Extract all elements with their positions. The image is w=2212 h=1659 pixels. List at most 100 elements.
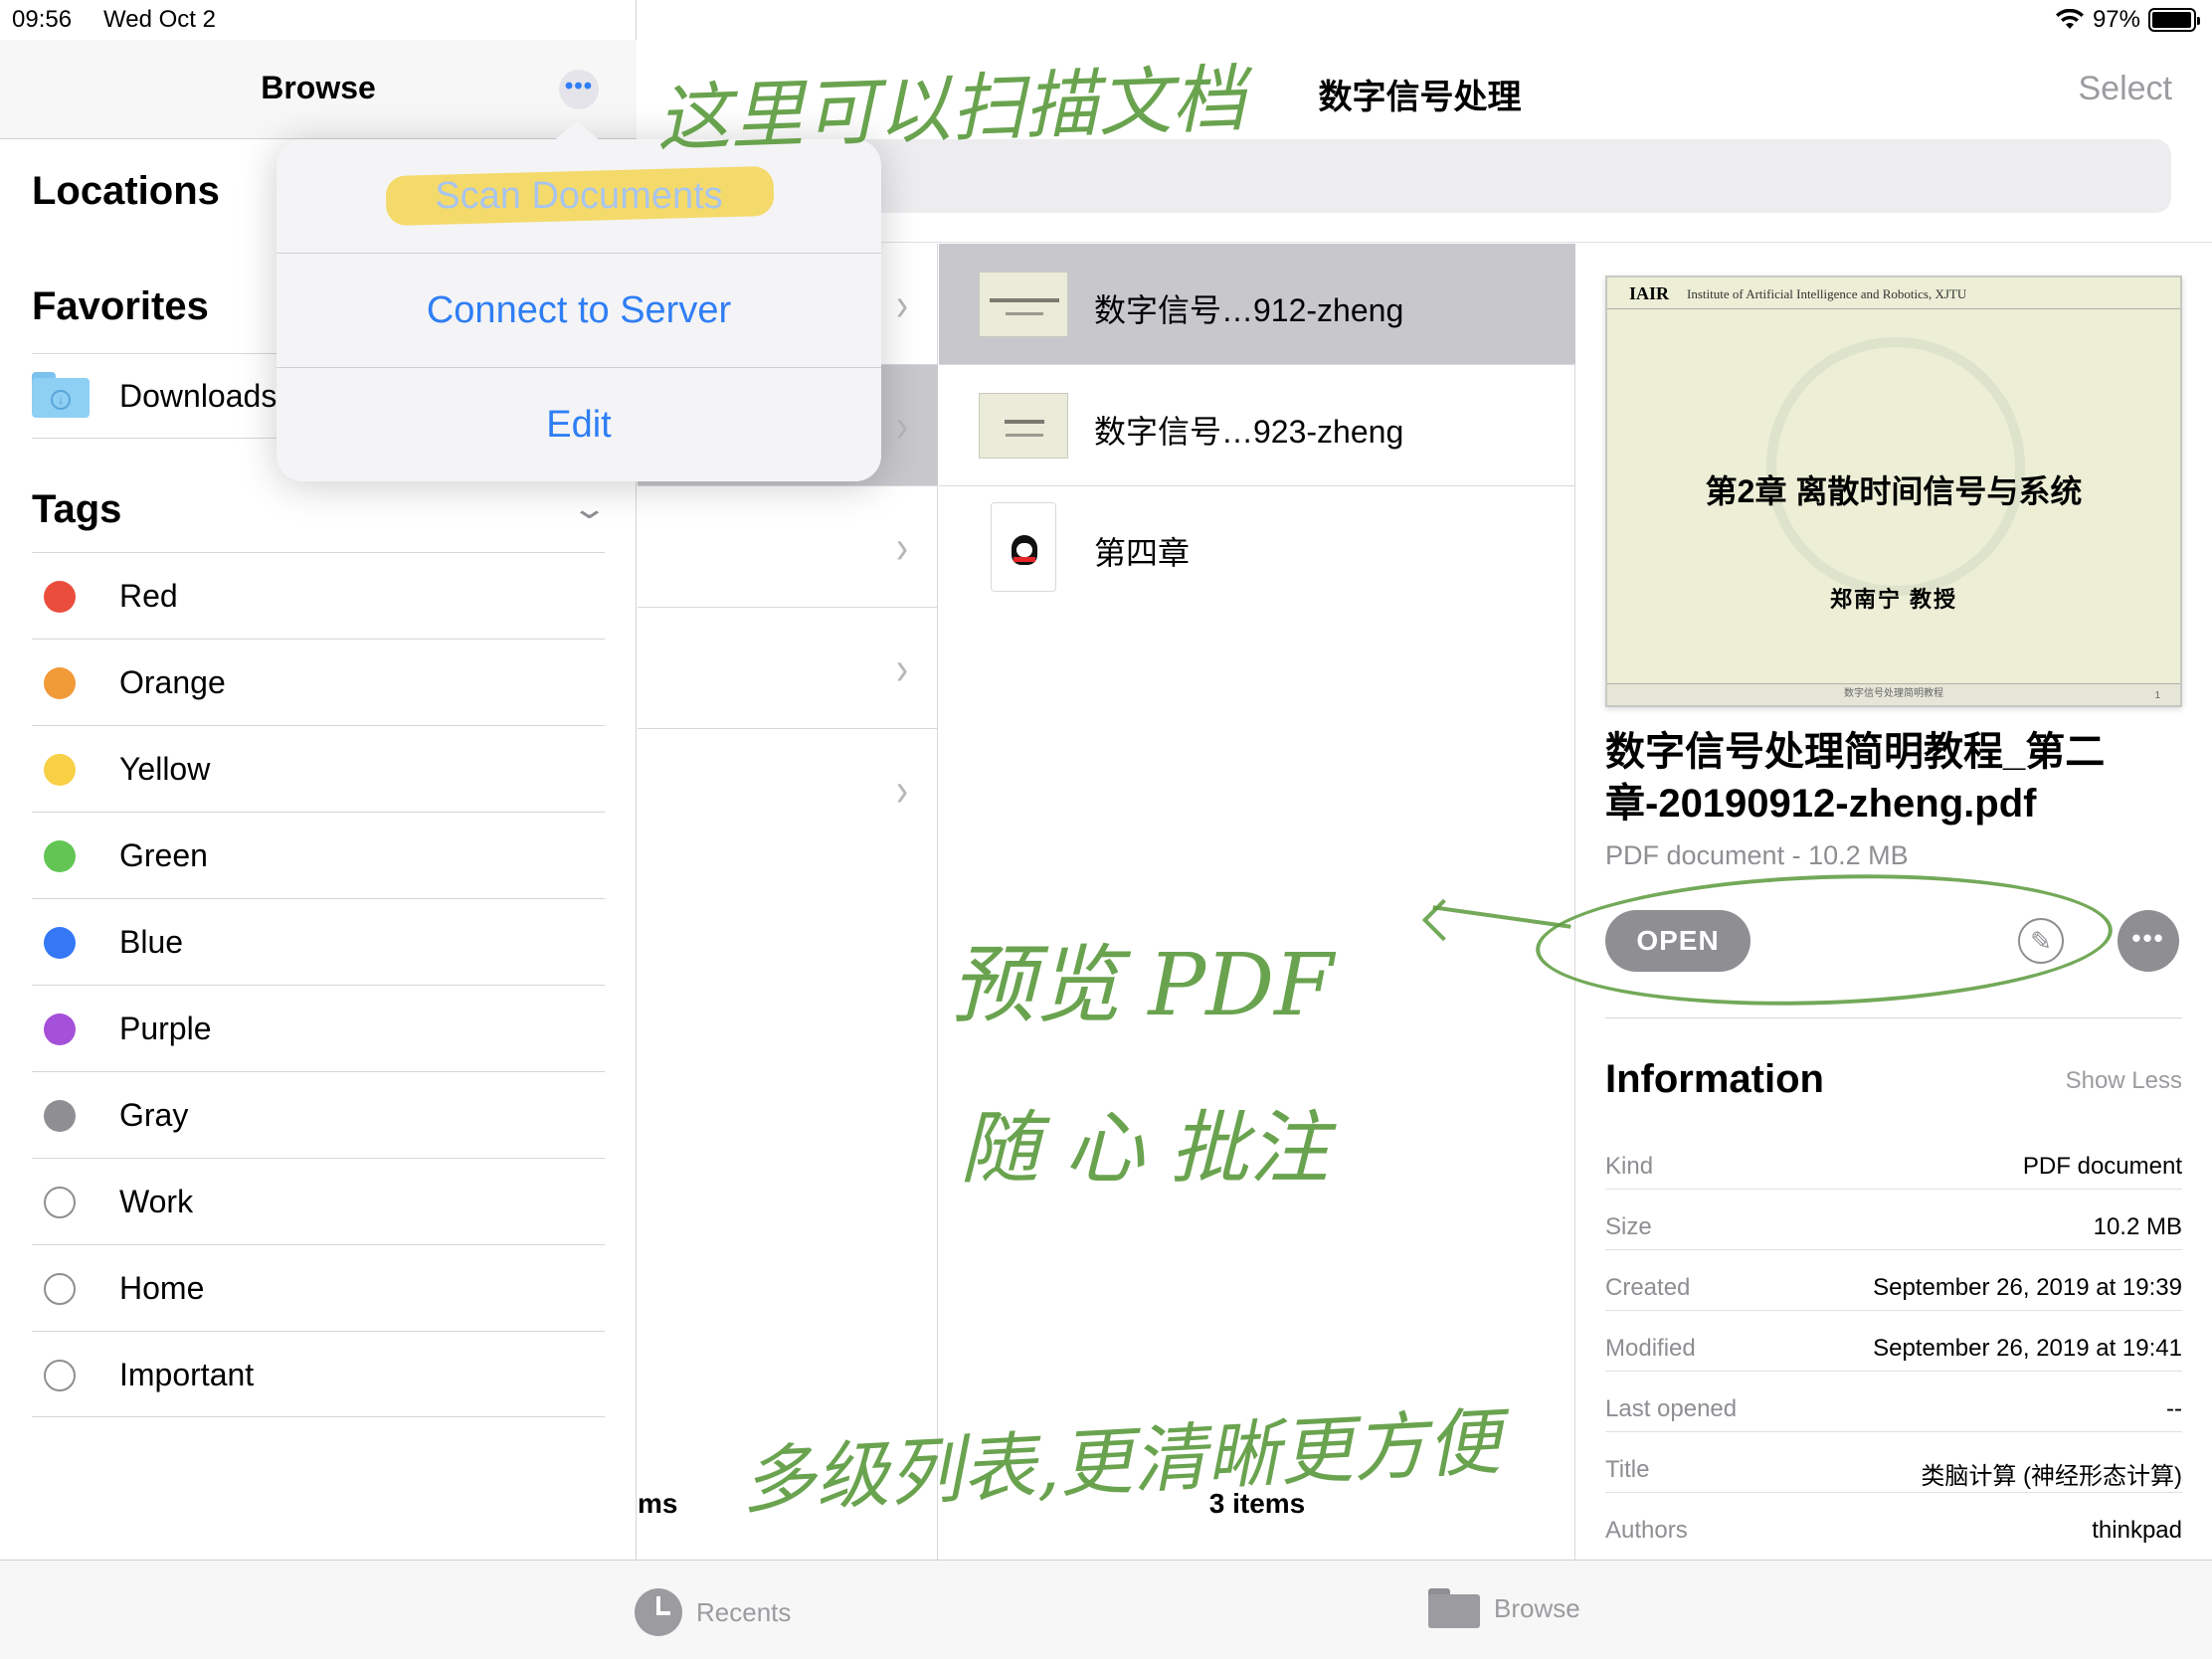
info-value: September 26, 2019 at 19:39 (1873, 1274, 2182, 1301)
tag-important[interactable]: Important (32, 1331, 605, 1417)
info-value: PDF document (2022, 1153, 2182, 1180)
tag-label: Gray (119, 1097, 189, 1133)
info-row-authors: Authors thinkpad (1605, 1493, 2182, 1554)
info-list: Kind PDF document Size 10.2 MB Created Sept… (1605, 1129, 2182, 1554)
favorites-heading[interactable]: Favorites (32, 284, 209, 329)
clock-icon (635, 1588, 682, 1636)
sidebar-title: Browse (261, 70, 376, 105)
info-key: Size (1605, 1213, 1652, 1240)
file-row-selected[interactable]: 数字信号…912-zheng (939, 244, 1575, 365)
tag-gray[interactable]: Gray (32, 1071, 605, 1158)
list-item[interactable]: › (638, 608, 938, 729)
tag-home[interactable]: Home (32, 1244, 605, 1331)
color-dot-icon (44, 667, 76, 699)
tag-list: Red Orange Yellow Green Blue Purple Gray… (32, 552, 605, 1417)
popover-arrow (553, 121, 601, 141)
chevron-right-icon: › (896, 519, 908, 573)
sidebar-header: Browse ••• (0, 40, 637, 139)
pdf-preview[interactable]: IAIR Institute of Artificial Intelligenc… (1605, 276, 2182, 707)
browse-options-popover: Scan Documents Connect to Server Edit (276, 139, 881, 481)
info-value: 10.2 MB (2093, 1213, 2182, 1240)
tag-work[interactable]: Work (32, 1158, 605, 1244)
divider (1605, 1017, 2182, 1018)
info-row-title: Title 类脑计算 (神经形态计算) (1605, 1432, 2182, 1493)
preview-footer: 数字信号处理简明教程 (1607, 683, 2180, 705)
chevron-right-icon: › (896, 641, 908, 694)
color-dot-icon (44, 927, 76, 959)
chevron-right-icon: › (896, 276, 908, 330)
preview-logo: IAIR (1629, 283, 1670, 303)
empty-circle-icon (44, 1187, 76, 1218)
info-row-created: Created September 26, 2019 at 19:39 (1605, 1250, 2182, 1311)
info-key: Kind (1605, 1153, 1654, 1180)
color-dot-icon (44, 754, 76, 786)
color-dot-icon (44, 1100, 76, 1132)
tag-label: Green (119, 837, 208, 873)
tag-orange[interactable]: Orange (32, 639, 605, 725)
tags-heading[interactable]: Tags (32, 487, 121, 532)
file-name: 第四章 (1094, 535, 1191, 571)
file-title: 数字信号处理简明教程_第二章-20190912-zheng.pdf (1605, 730, 2106, 826)
select-button[interactable]: Select (2079, 70, 2173, 108)
list-item[interactable]: › (638, 486, 938, 608)
info-value: September 26, 2019 at 19:41 (1873, 1335, 2182, 1362)
info-key: Created (1605, 1274, 1691, 1301)
pdf-thumbnail-icon (979, 272, 1068, 337)
show-less-button[interactable]: Show Less (2066, 1067, 2182, 1095)
chevron-right-icon: › (896, 398, 908, 452)
preview-institute: Institute of Artificial Intelligence and… (1687, 286, 1967, 301)
tag-label: Orange (119, 664, 226, 700)
file-row[interactable]: 第四章 (939, 486, 1575, 608)
tag-green[interactable]: Green (32, 812, 605, 898)
tag-yellow[interactable]: Yellow (32, 725, 605, 812)
locations-heading[interactable]: Locations (32, 169, 220, 214)
tab-label: Recents (696, 1596, 792, 1627)
info-value: -- (2166, 1395, 2182, 1422)
file-name: 数字信号…923-zheng (1094, 414, 1404, 450)
info-value: thinkpad (2092, 1517, 2182, 1544)
tag-label: Important (119, 1357, 255, 1392)
status-bar: 09:56 Wed Oct 2 97% (0, 0, 2212, 40)
connect-to-server-button[interactable]: Connect to Server (276, 254, 881, 367)
info-row-last-opened: Last opened -- (1605, 1372, 2182, 1432)
color-dot-icon (44, 581, 76, 613)
info-key: Modified (1605, 1335, 1696, 1362)
tag-label: Home (119, 1270, 205, 1306)
list-item[interactable]: › (638, 729, 938, 850)
chevron-down-icon[interactable]: ⌄ (571, 491, 609, 526)
tab-browse[interactable]: Browse (1428, 1588, 1580, 1628)
tag-label: Yellow (119, 751, 211, 787)
status-right: 97% (2055, 6, 2200, 34)
tag-red[interactable]: Red (32, 552, 605, 639)
handwritten-note-scan: 这里可以扫描文档 (654, 56, 1247, 163)
tag-label: Blue (119, 924, 184, 960)
color-dot-icon (44, 840, 76, 872)
more-actions-button[interactable]: ••• (2118, 910, 2179, 972)
item-count: ms (638, 1488, 678, 1519)
tag-blue[interactable]: Blue (32, 898, 605, 985)
preview-page-number: 1 (2154, 690, 2160, 701)
preview-title: 第2章 离散时间信号与系统 (1705, 473, 2083, 509)
chevron-right-icon: › (896, 762, 908, 816)
more-options-button[interactable]: ••• (559, 70, 599, 109)
tag-label: Purple (119, 1011, 212, 1046)
info-value: 类脑计算 (神经形态计算) (1921, 1463, 2182, 1490)
sidebar-item-label: Downloads (119, 378, 277, 414)
tag-label: Red (119, 578, 178, 614)
info-key: Last opened (1605, 1395, 1738, 1422)
folder-icon (1428, 1588, 1480, 1628)
handwritten-note-annotate: 随 心 批注 (960, 1102, 1329, 1195)
handwritten-note-preview: 预览 PDF (950, 936, 1334, 1035)
tag-purple[interactable]: Purple (32, 985, 605, 1071)
edit-button[interactable]: Edit (276, 368, 881, 481)
file-name: 数字信号…912-zheng (1094, 292, 1404, 328)
color-dot-icon (44, 1014, 76, 1045)
battery-percent: 97% (2092, 6, 2140, 33)
info-key: Authors (1605, 1517, 1688, 1544)
info-row-size: Size 10.2 MB (1605, 1190, 2182, 1250)
file-row[interactable]: 数字信号…923-zheng (939, 365, 1575, 486)
tab-recents[interactable]: Recents (635, 1588, 791, 1636)
tab-label: Browse (1494, 1592, 1580, 1623)
empty-circle-icon (44, 1273, 76, 1305)
information-heading: Information (1605, 1057, 1824, 1101)
